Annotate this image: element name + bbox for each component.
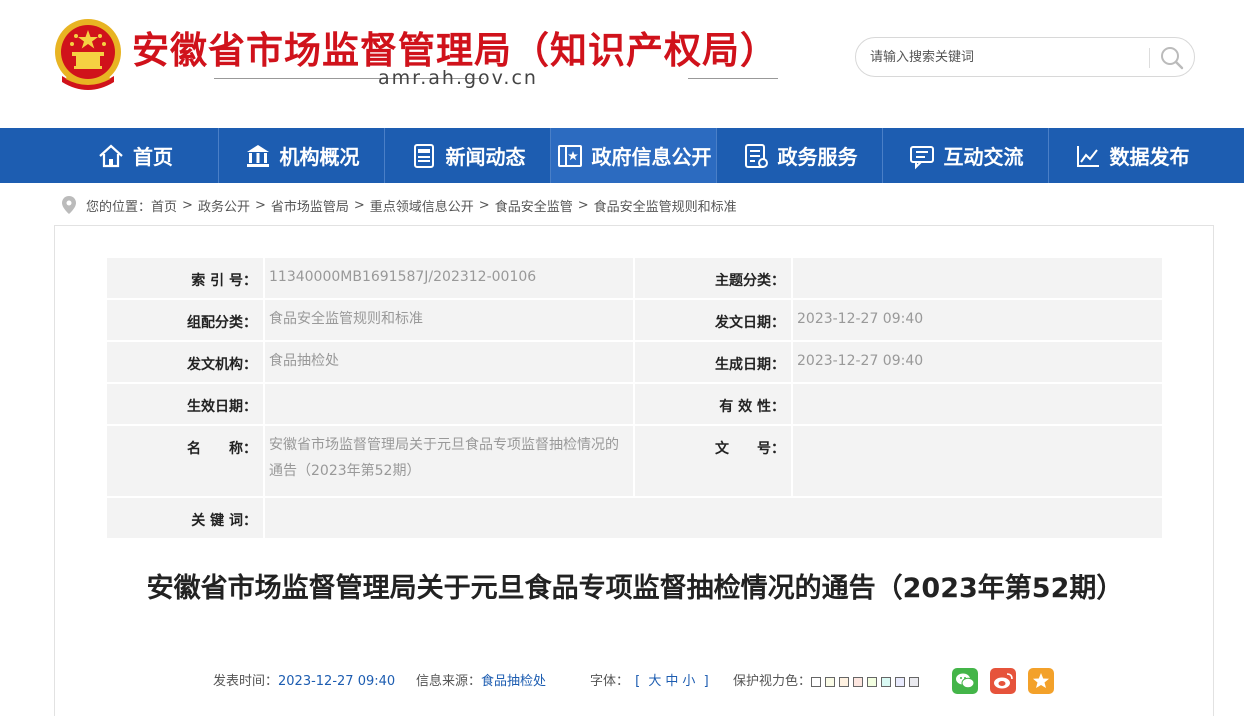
nav-label: 新闻动态	[445, 145, 526, 169]
service-icon	[744, 143, 768, 168]
breadcrumb-separator: >	[353, 197, 365, 213]
font-bracket-close: ]	[703, 674, 709, 689]
book-icon	[557, 144, 582, 167]
category-value: 食品安全监管规则和标准	[265, 300, 633, 340]
breadcrumb-item-food-safety[interactable]: 食品安全监管	[495, 196, 573, 215]
search-divider	[1149, 48, 1150, 68]
wechat-icon[interactable]	[952, 668, 978, 694]
font-size-label: 字体：	[590, 674, 630, 689]
breadcrumb-item-bureau[interactable]: 省市场监管局	[271, 196, 349, 215]
eye-color-swatch[interactable]	[881, 676, 892, 687]
index-label: 索 引 号：	[107, 258, 263, 298]
publish-time-group: 发表时间：2023-12-27 09:40	[213, 670, 395, 689]
building-icon	[246, 144, 269, 167]
nav-label: 数据发布	[1109, 145, 1190, 169]
nav-item-home[interactable]: 首页	[52, 128, 218, 183]
breadcrumb-item-home[interactable]: 首页	[151, 196, 177, 215]
breadcrumb-separator: >	[577, 197, 589, 213]
breadcrumb-separator: >	[182, 197, 193, 213]
nav-label: 政府信息公开	[591, 145, 712, 169]
nav-item-services[interactable]: 政务服务	[717, 128, 882, 183]
name-label: 名 称：	[107, 426, 263, 496]
breadcrumb-item-rules[interactable]: 食品安全监管规则和标准	[594, 196, 737, 215]
font-size-large[interactable]: 大	[648, 674, 661, 689]
domain-divider-right	[688, 78, 778, 79]
nav-item-gov-info[interactable]: 政府信息公开	[551, 128, 716, 183]
source-group: 信息来源：食品抽检处	[416, 670, 546, 689]
document-meta-table: 索 引 号： 11340000MB1691587J/202312-00106 主…	[105, 256, 1164, 540]
gen-date-value: 2023-12-27 09:40	[793, 342, 1162, 382]
eye-color-swatch[interactable]	[825, 676, 836, 687]
org-value: 食品抽检处	[265, 342, 633, 382]
keywords-label: 关 键 词：	[107, 498, 263, 538]
publish-time: 2023-12-27 09:40	[278, 674, 396, 689]
font-size-medium[interactable]: 中	[665, 674, 678, 689]
main-nav: 首页 机构概况 新闻动态 政府信息公开 政务服务 互动交流 数据发布	[0, 128, 1244, 183]
search-input[interactable]	[870, 46, 1140, 68]
nav-item-organization[interactable]: 机构概况	[219, 128, 384, 183]
chat-icon	[909, 145, 934, 169]
issue-date-label: 发文日期：	[635, 300, 791, 340]
breadcrumb: 您的位置： 首页 > 政务公开 > 省市场监管局 > 重点领域信息公开 > 食品…	[62, 194, 737, 216]
publish-time-label: 发表时间：	[213, 674, 279, 689]
eye-color-swatch[interactable]	[909, 676, 920, 687]
source-value: 食品抽检处	[481, 674, 547, 689]
topic-label: 主题分类：	[635, 258, 791, 298]
breadcrumb-item-key-areas[interactable]: 重点领域信息公开	[370, 196, 474, 215]
breadcrumb-separator: >	[254, 197, 266, 213]
national-emblem-icon	[55, 19, 121, 90]
nav-item-data[interactable]: 数据发布	[1049, 128, 1214, 183]
name-value: 安徽省市场监督管理局关于元旦食品专项监督抽检情况的通告（2023年第52期）	[265, 426, 633, 496]
source-label: 信息来源：	[416, 674, 482, 689]
nav-label: 机构概况	[279, 145, 360, 169]
eye-color-swatches	[811, 674, 923, 689]
breadcrumb-separator: >	[478, 197, 490, 213]
keywords-value	[265, 498, 1162, 538]
news-icon	[413, 143, 434, 168]
index-value: 11340000MB1691587J/202312-00106	[265, 258, 633, 298]
site-domain-row: amr.ah.gov.cn	[132, 64, 780, 92]
breadcrumb-item-gov-affairs[interactable]: 政务公开	[198, 196, 250, 215]
font-size-options: [ 大中小 ]	[633, 674, 710, 689]
star-icon[interactable]	[1028, 668, 1054, 694]
breadcrumb-prefix: 您的位置：	[86, 199, 152, 215]
font-size-small[interactable]: 小	[682, 674, 695, 689]
eye-color-swatch[interactable]	[895, 676, 906, 687]
effective-date-value	[265, 384, 633, 424]
gen-date-label: 生成日期：	[635, 342, 791, 382]
nav-item-interaction[interactable]: 互动交流	[883, 128, 1048, 183]
nav-label: 首页	[133, 145, 173, 169]
eye-color-swatch[interactable]	[867, 676, 878, 687]
content-panel: 索 引 号： 11340000MB1691587J/202312-00106 主…	[54, 225, 1214, 716]
org-label: 发文机构：	[107, 342, 263, 382]
doc-number-value	[793, 426, 1162, 496]
home-icon	[99, 144, 123, 167]
eye-protection-label: 保护视力色：	[733, 674, 812, 689]
font-size-group: 字体： [ 大中小 ]	[590, 670, 711, 689]
effective-date-label: 生效日期：	[107, 384, 263, 424]
topic-value	[793, 258, 1162, 298]
doc-number-label: 文 号：	[635, 426, 791, 496]
eye-color-swatch[interactable]	[853, 676, 864, 687]
site-domain: amr.ah.gov.cn	[378, 67, 538, 89]
validity-value	[793, 384, 1162, 424]
article-title: 安徽省市场监督管理局关于元旦食品专项监督抽检情况的通告（2023年第52期）	[146, 573, 1124, 604]
category-label: 组配分类：	[107, 300, 263, 340]
nav-item-news[interactable]: 新闻动态	[385, 128, 550, 183]
weibo-icon[interactable]	[990, 668, 1016, 694]
chart-icon	[1076, 145, 1099, 167]
font-bracket-open: [	[635, 674, 641, 689]
eye-protection-group: 保护视力色：	[733, 670, 923, 689]
eye-color-swatch[interactable]	[811, 676, 822, 687]
search-box	[855, 37, 1195, 77]
search-icon[interactable]	[1158, 44, 1186, 72]
nav-label: 互动交流	[943, 145, 1024, 169]
eye-color-swatch[interactable]	[839, 676, 850, 687]
issue-date-value: 2023-12-27 09:40	[793, 300, 1162, 340]
nav-label: 政务服务	[777, 145, 858, 169]
validity-label: 有 效 性：	[635, 384, 791, 424]
site-header: 安徽省市场监督管理局（知识产权局） amr.ah.gov.cn	[0, 0, 1244, 128]
location-pin-icon	[62, 196, 76, 214]
